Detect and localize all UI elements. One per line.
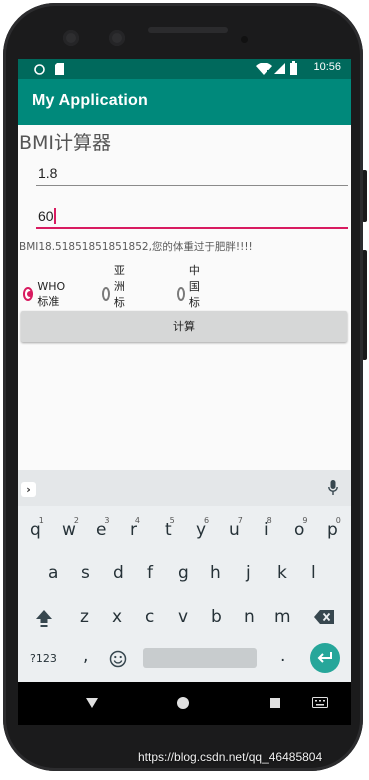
key-m[interactable]: m	[274, 607, 291, 627]
key-e[interactable]: e3	[96, 516, 109, 540]
radio-button	[102, 287, 110, 301]
radio-button-checked	[23, 287, 34, 301]
proximity-sensor	[241, 36, 248, 43]
weight-input-value: 60	[38, 208, 54, 224]
key-hint: 4	[134, 516, 140, 525]
key-x[interactable]: x	[112, 607, 122, 627]
back-nav-icon[interactable]	[86, 698, 98, 708]
enter-icon	[317, 652, 332, 663]
key-z[interactable]: z	[80, 607, 89, 627]
key-period[interactable]: .	[280, 646, 285, 666]
bmi-result-text: BMI18.51851851851852,您的体重过于肥胖!!!!	[19, 241, 253, 253]
key-g[interactable]: g	[178, 563, 189, 583]
key-v[interactable]: v	[178, 607, 188, 627]
sim-icon	[55, 63, 64, 75]
height-input[interactable]: 1.8	[36, 162, 348, 186]
calculate-button[interactable]: 计算	[21, 311, 347, 342]
key-h[interactable]: h	[210, 563, 221, 583]
page-heading: BMI计算器	[19, 132, 112, 154]
battery-icon	[290, 61, 297, 75]
key-w[interactable]: w2	[62, 516, 79, 540]
key-a[interactable]: a	[48, 563, 58, 583]
recents-nav-icon[interactable]	[270, 698, 280, 708]
key-hint: 1	[38, 516, 44, 525]
key-q[interactable]: q1	[30, 516, 44, 540]
key-symbols[interactable]: ?123	[30, 652, 57, 665]
text-cursor	[53, 208, 56, 224]
key-s[interactable]: s	[81, 563, 90, 583]
expand-suggestions-icon[interactable]: ›	[21, 482, 36, 497]
key-hint: 5	[169, 516, 175, 525]
app-title: My Application	[32, 92, 148, 109]
key-hint: 9	[302, 516, 308, 525]
key-hint: 0	[335, 516, 341, 525]
key-i[interactable]: i8	[264, 516, 272, 540]
earpiece-speaker	[148, 27, 228, 33]
weight-input-underline	[36, 227, 348, 229]
key-d[interactable]: d	[113, 563, 124, 583]
radio-who-standard[interactable]: WHO标准	[23, 280, 69, 308]
shift-icon[interactable]	[35, 609, 53, 628]
key-p[interactable]: p0	[327, 516, 341, 540]
app-bar: My Application	[18, 79, 351, 125]
navigation-bar	[18, 682, 351, 725]
key-comma[interactable]: ,	[83, 646, 88, 666]
key-b[interactable]: b	[211, 607, 222, 627]
watermark-text: https://blog.csdn.net/qq_46485804	[138, 750, 323, 764]
key-k[interactable]: k	[277, 563, 287, 583]
key-n[interactable]: n	[244, 607, 255, 627]
radio-button	[177, 287, 185, 301]
key-hint: 3	[104, 516, 110, 525]
key-space[interactable]	[143, 648, 257, 668]
home-nav-icon[interactable]	[177, 697, 189, 709]
key-y[interactable]: y6	[196, 516, 209, 540]
key-j[interactable]: j	[246, 563, 251, 583]
key-l[interactable]: l	[311, 563, 316, 583]
radio-label: WHO标准	[37, 279, 66, 308]
front-camera	[63, 30, 79, 46]
device-screen: 10:56 My Application BMI计算器 1.8 60 BMI18…	[18, 59, 351, 725]
height-input-value: 1.8	[38, 165, 58, 181]
enter-key[interactable]	[310, 643, 340, 673]
radio-asia-standard[interactable]: 亚洲标准	[102, 264, 131, 325]
key-hint: 2	[73, 516, 79, 525]
key-c[interactable]: c	[145, 607, 154, 627]
keyboard-switch-icon[interactable]	[312, 697, 328, 708]
soft-keyboard: › q1 w2 e3 r4 t5 y6 u7 i8 o9 p0 a s d f …	[18, 470, 351, 682]
status-time: 10:56	[313, 61, 341, 73]
wifi-icon	[256, 63, 272, 75]
signal-icon	[274, 63, 285, 74]
emoji-icon[interactable]	[109, 650, 127, 668]
height-input-underline	[36, 185, 348, 186]
key-r[interactable]: r4	[130, 516, 140, 540]
key-f[interactable]: f	[147, 563, 153, 583]
radio-china-standard[interactable]: 中国标准	[177, 264, 206, 325]
key-t[interactable]: t5	[165, 516, 175, 540]
keyboard-suggestion-strip: ›	[18, 470, 351, 506]
backspace-icon[interactable]	[314, 610, 334, 624]
key-hint: 7	[237, 516, 243, 525]
weight-input[interactable]: 60	[36, 205, 348, 229]
notification-dot-icon	[34, 64, 45, 75]
key-hint: 8	[266, 516, 272, 525]
mic-icon[interactable]	[328, 480, 338, 496]
key-hint: 6	[203, 516, 210, 525]
front-sensor	[109, 30, 125, 46]
status-bar: 10:56	[18, 59, 351, 79]
key-u[interactable]: u7	[229, 516, 243, 540]
key-o[interactable]: o9	[294, 516, 307, 540]
weight-input-text: 60	[38, 208, 56, 224]
